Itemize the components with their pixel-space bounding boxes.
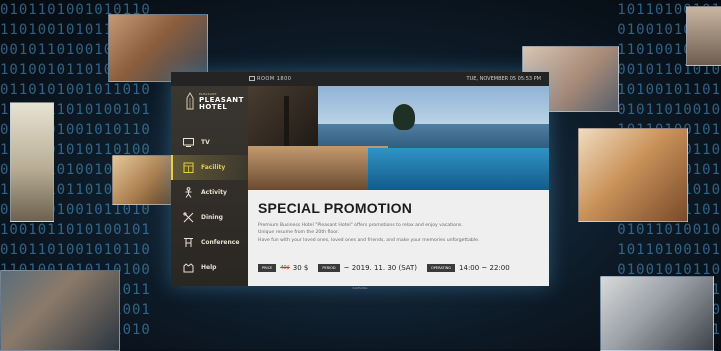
tv-icon: [181, 136, 195, 150]
menu-label-facility: Facility: [201, 164, 226, 171]
new-price: 30 $: [292, 264, 309, 272]
promo-line-2: Unique resume from the 20th floor.: [258, 230, 339, 236]
menu-item-dining[interactable]: Dining: [171, 205, 248, 230]
photo-dining: [112, 155, 176, 205]
sidebar: PLEASANT PLEASANT HOTEL TV Facility Acti…: [171, 86, 248, 286]
menu-item-tv[interactable]: TV: [171, 130, 248, 155]
operating-tag: OPERATING: [427, 264, 456, 272]
hotel-tv: ROOM 1800 TUE, NOVEMBER 05 05:53 PM PLEA…: [171, 72, 549, 286]
period-tag: PERIOD: [318, 264, 340, 272]
building-icon: [181, 161, 195, 175]
price-tag: PRICE: [258, 264, 277, 272]
menu-item-conference[interactable]: Conference: [171, 230, 248, 255]
tv-status-bar: ROOM 1800 TUE, NOVEMBER 05 05:53 PM: [171, 72, 549, 86]
menu-label-activity: Activity: [201, 189, 227, 196]
promo-info-row: PRICE 40$ 30 $ PERIOD ~ 2019. 11. 30 (SA…: [258, 262, 520, 274]
period-value: ~ 2019. 11. 30 (SAT): [343, 264, 418, 272]
main-menu: TV Facility Activity Dining Conference H…: [171, 130, 248, 280]
menu-label-conference: Conference: [201, 239, 240, 246]
conference-icon: [181, 236, 195, 250]
menu-label-tv: TV: [201, 139, 210, 146]
menu-item-help[interactable]: Help: [171, 255, 248, 280]
promo-line-3: Have fun with your loved ones, loved one…: [258, 237, 480, 243]
photo-hotel-room: [10, 102, 54, 222]
promo-title: SPECIAL PROMOTION: [258, 200, 413, 216]
help-icon: [181, 261, 195, 275]
datetime: TUE, NOVEMBER 05 05:53 PM: [466, 76, 541, 82]
promo-panel: SPECIAL PROMOTION Premium Business Hotel…: [248, 190, 549, 286]
hotel-building-icon: [186, 92, 194, 110]
menu-item-facility[interactable]: Facility: [171, 155, 248, 180]
photo-breakfast: [578, 128, 688, 222]
room-label: ROOM 1800: [257, 76, 292, 82]
dining-icon: [181, 211, 195, 225]
operating-value: 14:00 ~ 22:00: [459, 264, 510, 272]
photo-conference-crowd: [0, 270, 120, 351]
old-price: 40$: [280, 265, 290, 271]
hotel-logo: PLEASANT PLEASANT HOTEL: [185, 88, 244, 118]
promo-line-1: Premium Business Hotel "Pleasant Hotel" …: [258, 223, 463, 228]
activity-icon: [181, 186, 195, 200]
logo-name: PLEASANT HOTEL: [199, 97, 244, 111]
logo-name-line2: HOTEL: [199, 103, 228, 111]
tv-brand: SAMSUNG: [352, 286, 368, 290]
promo-description: Premium Business Hotel "Pleasant Hotel" …: [258, 222, 543, 244]
door-icon: [249, 76, 255, 81]
photo-guest: [686, 6, 721, 66]
menu-item-activity[interactable]: Activity: [171, 180, 248, 205]
promo-hero-image: [248, 86, 549, 190]
photo-fitness: [600, 276, 714, 351]
menu-label-help: Help: [201, 264, 217, 271]
menu-label-dining: Dining: [201, 214, 223, 221]
